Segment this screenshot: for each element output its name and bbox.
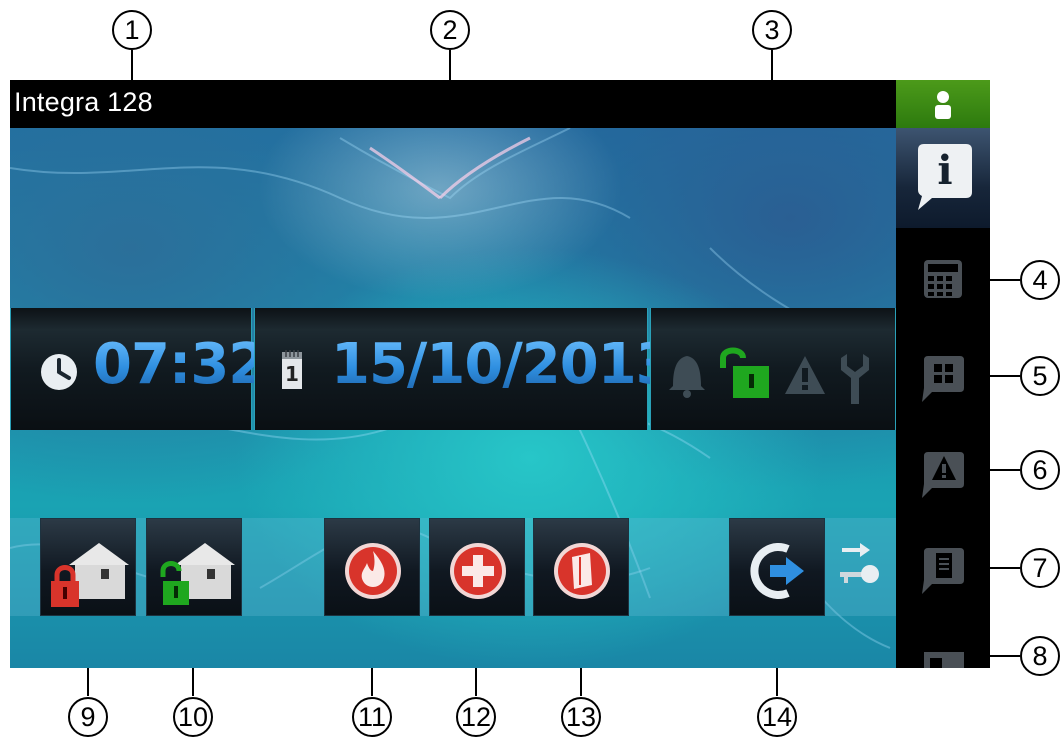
date-panel: 1 15/10/2013 [254, 308, 675, 430]
calendar-day: 1 [285, 362, 299, 386]
panic-alarm-button[interactable] [533, 518, 629, 616]
info-tab[interactable]: i [896, 128, 990, 228]
zones-icon [922, 356, 964, 402]
clock-icon [41, 354, 77, 390]
callout-6: 6 [1020, 450, 1060, 490]
zones-button[interactable] [896, 328, 990, 422]
keypad-icon [924, 260, 962, 298]
app-title: Integra 128 [14, 87, 153, 117]
troubles-button[interactable] [896, 424, 990, 518]
event-log-button[interactable] [896, 520, 990, 614]
medical-alarm-icon [450, 543, 506, 599]
wallpaper: 07:32 1 15/10/2013 [10, 128, 896, 668]
disarm-button[interactable] [146, 518, 242, 616]
callout-4: 4 [1020, 260, 1060, 300]
bell-icon [669, 356, 705, 398]
more-icon [924, 652, 964, 668]
callout-10: 10 [173, 697, 213, 737]
callout-7: 7 [1020, 548, 1060, 588]
action-bar [10, 518, 896, 616]
user-tab[interactable] [896, 80, 990, 128]
time-display: 07:32 [93, 332, 267, 397]
user-icon [935, 91, 951, 119]
event-log-icon [922, 548, 964, 594]
arm-button[interactable] [40, 518, 136, 616]
logout-button[interactable] [729, 518, 825, 616]
fire-alarm-button[interactable] [324, 518, 420, 616]
key-icon [840, 543, 879, 583]
system-status-icons [669, 347, 869, 404]
medical-alarm-button[interactable] [429, 518, 525, 616]
status-strip: 07:32 1 15/10/2013 [10, 308, 896, 430]
lock-open-icon [720, 347, 769, 398]
sidebar: i [896, 80, 990, 668]
info-letter: i [937, 147, 953, 194]
arm-icon [51, 543, 129, 607]
callout-1: 1 [112, 10, 152, 50]
system-status-panel [650, 308, 896, 430]
panic-alarm-icon [554, 543, 610, 599]
date-display: 15/10/2013 [331, 332, 675, 397]
keypad-button[interactable] [896, 232, 990, 326]
callout-9: 9 [68, 697, 108, 737]
troubles-icon [922, 452, 964, 498]
calendar-icon: 1 [281, 350, 303, 390]
callout-3: 3 [752, 10, 792, 50]
callout-11: 11 [352, 697, 392, 737]
fire-alarm-icon [345, 543, 401, 599]
logout-icon [750, 543, 804, 599]
wrench-icon [841, 354, 869, 404]
callout-12: 12 [456, 697, 496, 737]
warning-icon [785, 356, 825, 394]
disarm-icon [160, 543, 235, 605]
callout-14: 14 [757, 697, 797, 737]
callout-2: 2 [430, 10, 470, 50]
touch-screen: Integra 128 07:32 1 15/10/2013 i [10, 80, 990, 668]
more-button[interactable] [896, 616, 990, 668]
clock-panel: 07:32 [10, 308, 267, 430]
callout-5: 5 [1020, 356, 1060, 396]
callout-13: 13 [561, 697, 601, 737]
callout-8: 8 [1020, 636, 1060, 676]
title-bar: Integra 128 [10, 80, 896, 128]
